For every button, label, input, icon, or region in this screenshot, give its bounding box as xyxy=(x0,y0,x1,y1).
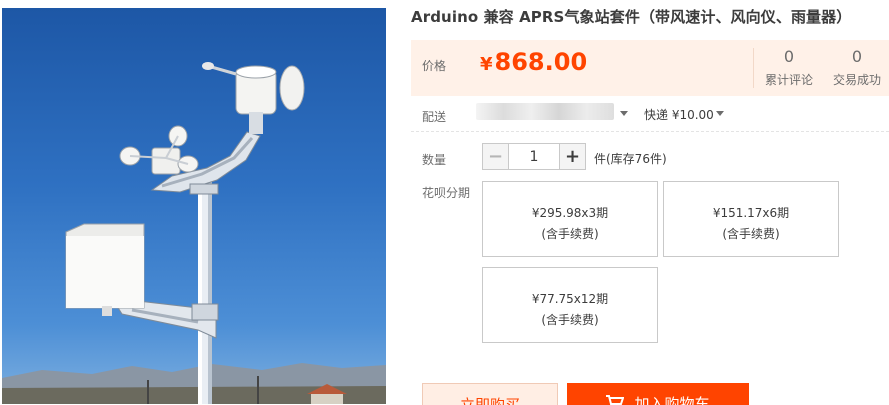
shipping-option[interactable]: 快递 ¥10.00 xyxy=(644,106,714,123)
buy-now-button[interactable]: 立即购买 xyxy=(422,383,558,405)
product-title: Arduino 兼容 APRS气象站套件（带风速计、风向仪、雨量器） xyxy=(411,8,852,26)
sales-count: 0 xyxy=(851,47,863,66)
installment-plan-3[interactable]: ¥295.98x3期 (含手续费) xyxy=(482,181,658,257)
reviews-count: 0 xyxy=(783,47,795,66)
chevron-down-icon[interactable] xyxy=(716,111,724,116)
stat-divider xyxy=(753,48,754,88)
installment-amount: ¥295.98x3期 xyxy=(531,206,609,220)
installment-fee-note: (含手续费) xyxy=(541,227,599,241)
installment-amount: ¥151.17x6期 xyxy=(712,206,790,220)
increase-quantity-button[interactable]: + xyxy=(559,143,586,170)
price-label: 价格 xyxy=(422,59,447,73)
divider xyxy=(411,131,889,132)
price-box: 价格 ¥868.00 0 累计评论 0 交易成功 xyxy=(411,40,889,96)
currency-symbol: ¥ xyxy=(480,54,493,75)
price-amount: 868.00 xyxy=(494,48,588,76)
installment-fee-note: (含手续费) xyxy=(541,313,599,327)
sales-label: 交易成功 xyxy=(832,73,881,87)
installment-fee-note: (含手续费) xyxy=(722,227,780,241)
chevron-down-icon[interactable] xyxy=(620,111,628,116)
product-image xyxy=(2,8,386,404)
add-to-cart-button[interactable]: 加入购物车 xyxy=(567,383,749,405)
quantity-label: 数量 xyxy=(422,153,447,167)
stock-info: 件(库存76件) xyxy=(594,152,667,166)
installment-amount: ¥77.75x12期 xyxy=(531,292,609,306)
price-value: ¥868.00 xyxy=(480,48,587,76)
installment-plan-12[interactable]: ¥77.75x12期 (含手续费) xyxy=(482,267,658,343)
quantity-stepper: − + xyxy=(482,143,586,170)
quantity-input[interactable] xyxy=(509,143,559,170)
installment-label: 花呗分期 xyxy=(422,186,471,200)
cart-icon xyxy=(606,395,625,405)
add-to-cart-label: 加入购物车 xyxy=(634,395,710,405)
delivery-label: 配送 xyxy=(422,110,447,124)
sales-stat: 0 交易成功 xyxy=(831,47,883,88)
reviews-stat[interactable]: 0 累计评论 xyxy=(763,47,815,88)
delivery-location-select[interactable] xyxy=(476,103,614,120)
reviews-label: 累计评论 xyxy=(764,73,813,87)
decrease-quantity-button[interactable]: − xyxy=(482,143,509,170)
installment-plan-6[interactable]: ¥151.17x6期 (含手续费) xyxy=(663,181,839,257)
